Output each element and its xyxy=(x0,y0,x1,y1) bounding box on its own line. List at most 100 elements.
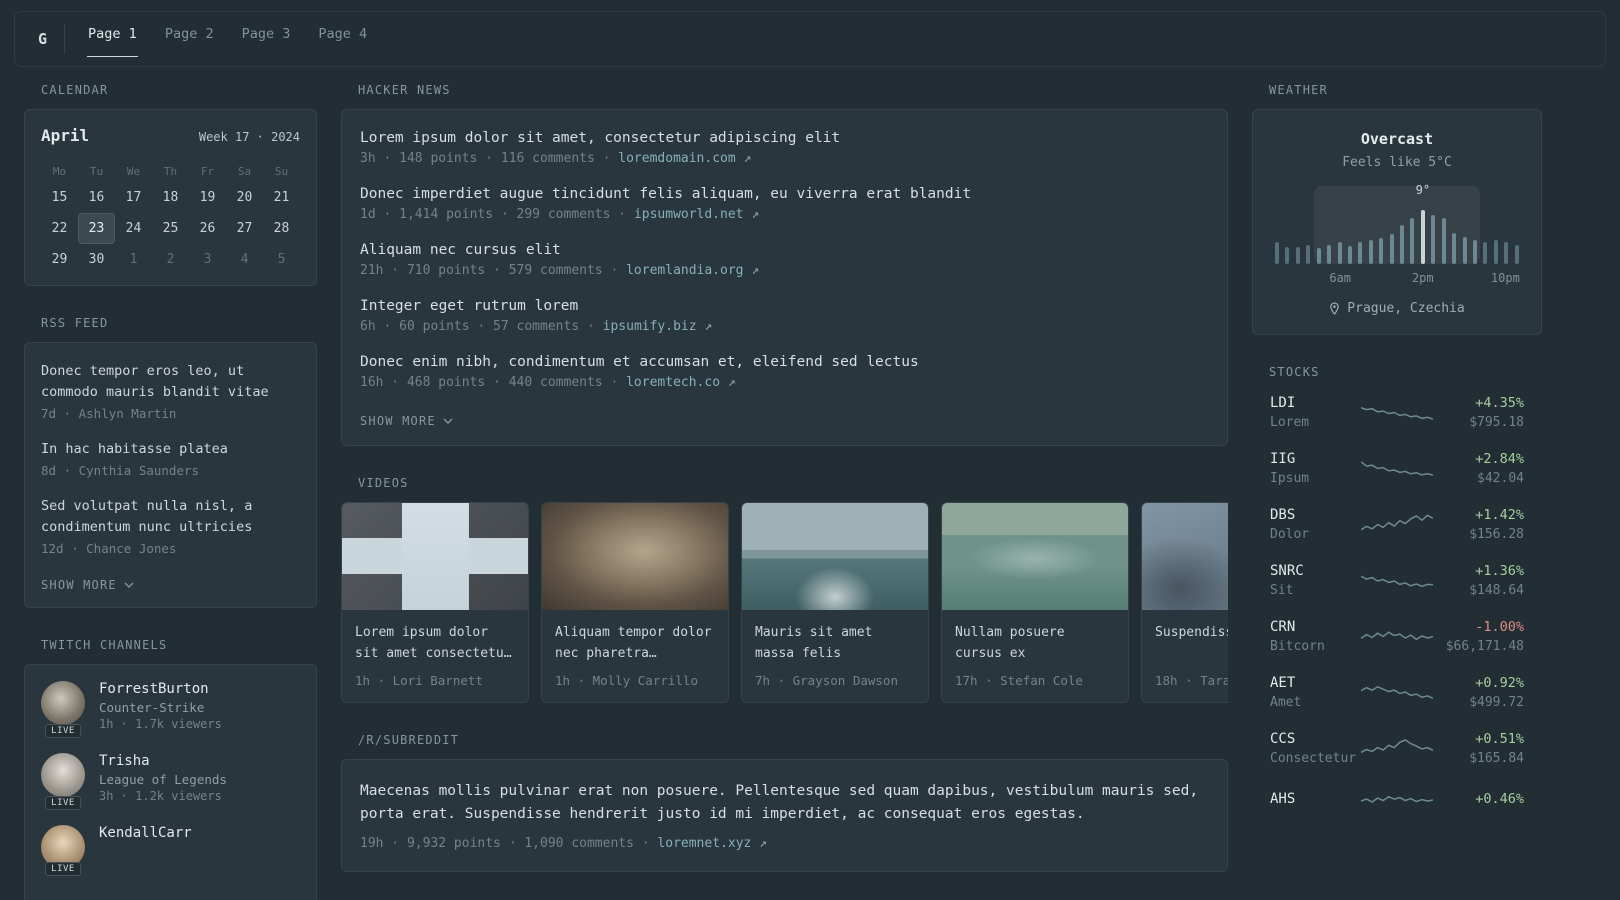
stock-symbol: LDI xyxy=(1270,395,1296,411)
rss-item: Sed volutpat nulla nisl, a condimentum n… xyxy=(41,496,300,556)
middle-column: HACKER NEWS Lorem ipsum dolor sit amet, … xyxy=(341,83,1228,900)
nav-divider xyxy=(64,24,66,54)
video-title[interactable]: Nullam posuere cursus ex xyxy=(955,622,1115,664)
calendar-day[interactable]: 28 xyxy=(263,213,300,244)
video-title[interactable]: Aliquam tempor dolor nec pharetra… xyxy=(555,622,715,664)
calendar-day[interactable]: 4 xyxy=(226,244,263,275)
post-meta: 19h · 9,932 points · 1,090 comments · lo… xyxy=(360,836,1209,851)
weather-bar xyxy=(1431,215,1436,264)
page-tab[interactable]: Page 1 xyxy=(87,12,138,57)
stock-change: +0.46% xyxy=(1475,791,1524,807)
hn-item-title[interactable]: Donec enim nibh, condimentum et accumsan… xyxy=(360,354,1209,370)
hn-item-title[interactable]: Integer eget rutrum lorem xyxy=(360,298,1209,314)
video-title[interactable]: Suspendisse diam xyxy=(1155,622,1228,664)
hn-item-domain-link[interactable]: loremlandia.org ↗ xyxy=(626,263,759,278)
calendar-day[interactable]: 21 xyxy=(263,182,300,213)
twitch-channel[interactable]: LIVE KendallCarr xyxy=(41,825,300,876)
hn-item-domain-link[interactable]: ipsumworld.net ↗ xyxy=(634,207,759,222)
video-title[interactable]: Mauris sit amet massa felis xyxy=(755,622,915,664)
hackernews-widget: HACKER NEWS Lorem ipsum dolor sit amet, … xyxy=(341,83,1228,446)
calendar-day[interactable]: 26 xyxy=(189,213,226,244)
hn-item-title[interactable]: Lorem ipsum dolor sit amet, consectetur … xyxy=(360,130,1209,146)
stock-sparkline xyxy=(1361,575,1433,587)
calendar-day[interactable]: 18 xyxy=(152,182,189,213)
rss-item-title[interactable]: In hac habitasse platea xyxy=(41,439,300,460)
video-body: Nullam posuere cursus ex 17h · Stefan Co… xyxy=(942,610,1128,702)
calendar-day[interactable]: 23 xyxy=(78,213,115,244)
channel-name[interactable]: KendallCarr xyxy=(99,825,192,841)
calendar-day[interactable]: 25 xyxy=(152,213,189,244)
calendar-day[interactable]: 22 xyxy=(41,213,78,244)
calendar-day[interactable]: 29 xyxy=(41,244,78,275)
twitch-channel[interactable]: LIVE Trisha League of Legends 3h · 1.2k … xyxy=(41,753,300,810)
external-link-icon: ↗ xyxy=(759,836,767,851)
calendar-day[interactable]: 16 xyxy=(78,182,115,213)
stock-symbol: DBS xyxy=(1270,507,1296,523)
app-logo[interactable]: G xyxy=(21,30,64,48)
chevron-down-icon xyxy=(443,418,453,424)
calendar-day[interactable]: 5 xyxy=(263,244,300,275)
calendar-day[interactable]: 15 xyxy=(41,182,78,213)
stock-change: +4.35% xyxy=(1475,395,1524,411)
stock-row[interactable]: AHS +0.46% xyxy=(1252,787,1542,815)
stock-sparkline xyxy=(1361,795,1433,803)
video-card[interactable]: Aliquam tempor dolor nec pharetra… 1h · … xyxy=(541,502,729,703)
stock-row[interactable]: AET Amet +0.92% $499.72 xyxy=(1252,675,1542,710)
hn-item-domain-link[interactable]: loremdomain.com ↗ xyxy=(618,151,751,166)
video-card[interactable]: Mauris sit amet massa felis 7h · Grayson… xyxy=(741,502,929,703)
stock-change: +1.36% xyxy=(1475,563,1524,579)
calendar-day[interactable]: 19 xyxy=(189,182,226,213)
hn-item-domain-link[interactable]: loremtech.co ↗ xyxy=(626,375,736,390)
calendar-day[interactable]: 3 xyxy=(189,244,226,275)
avatar-wrap: LIVE xyxy=(41,825,85,876)
left-column: CALENDAR April Week 17 · 2024 Mo Tu We Th Fr… xyxy=(24,83,317,900)
stock-change: +1.42% xyxy=(1475,507,1524,523)
hn-item-meta-text: 6h · 60 points · 57 comments · xyxy=(360,319,603,334)
channel-meta: 3h · 1.2k viewers xyxy=(99,789,222,803)
post-domain: loremnet.xyz xyxy=(657,836,752,851)
calendar-dow-row: Mo Tu We Th Fr Sa Su xyxy=(41,165,300,178)
calendar-day[interactable]: 20 xyxy=(226,182,263,213)
calendar-day[interactable]: 1 xyxy=(115,244,152,275)
live-badge: LIVE xyxy=(45,796,81,810)
rss-item-title[interactable]: Donec tempor eros leo, ut commodo mauris… xyxy=(41,361,300,403)
video-card[interactable]: Suspendisse diam 18h · Tara xyxy=(1141,502,1228,703)
post-domain-link[interactable]: loremnet.xyz ↗ xyxy=(657,836,767,851)
stock-row[interactable]: IIG Ipsum +2.84% $42.04 xyxy=(1252,451,1542,486)
twitch-channel[interactable]: LIVE ForrestBurton Counter-Strike 1h · 1… xyxy=(41,681,300,738)
hn-item-title[interactable]: Aliquam nec cursus elit xyxy=(360,242,1209,258)
channel-info: ForrestBurton Counter-Strike 1h · 1.7k v… xyxy=(99,681,222,731)
calendar-day[interactable]: 30 xyxy=(78,244,115,275)
stock-row[interactable]: LDI Lorem +4.35% $795.18 xyxy=(1252,395,1542,430)
video-title[interactable]: Lorem ipsum dolor sit amet consectetu… xyxy=(355,622,515,664)
page-tab[interactable]: Page 4 xyxy=(317,12,368,57)
page-tab[interactable]: Page 2 xyxy=(164,12,215,57)
calendar-day[interactable]: 2 xyxy=(152,244,189,275)
post-text[interactable]: Maecenas mollis pulvinar erat non posuer… xyxy=(360,780,1209,826)
stock-row[interactable]: CRN Bitcorn -1.00% $66,171.48 xyxy=(1252,619,1542,654)
rss-show-more-button[interactable]: SHOW MORE xyxy=(41,578,134,592)
video-card[interactable]: Nullam posuere cursus ex 17h · Stefan Co… xyxy=(941,502,1129,703)
stock-row[interactable]: SNRC Sit +1.36% $148.64 xyxy=(1252,563,1542,598)
calendar-day[interactable]: 17 xyxy=(115,182,152,213)
hn-show-more-button[interactable]: SHOW MORE xyxy=(360,414,453,428)
stock-values: +1.36% $148.64 xyxy=(1433,563,1524,598)
video-card[interactable]: Lorem ipsum dolor sit amet consectetu… 1… xyxy=(341,502,529,703)
weather-feels-like: Feels like 5°C xyxy=(1342,155,1452,170)
channel-name[interactable]: Trisha xyxy=(99,753,227,769)
weather-bar xyxy=(1379,238,1384,264)
hn-item-title[interactable]: Donec imperdiet augue tincidunt felis al… xyxy=(360,186,1209,202)
channel-name[interactable]: ForrestBurton xyxy=(99,681,222,697)
stock-symbol: AET xyxy=(1270,675,1296,691)
calendar-day[interactable]: 27 xyxy=(226,213,263,244)
hn-item-meta: 6h · 60 points · 57 comments · ipsumify.… xyxy=(360,319,1209,334)
stock-row[interactable]: DBS Dolor +1.42% $156.28 xyxy=(1252,507,1542,542)
stock-values: -1.00% $66,171.48 xyxy=(1433,619,1524,654)
time-label: 6am xyxy=(1329,271,1352,285)
hn-item-domain-link[interactable]: ipsumify.biz ↗ xyxy=(603,319,713,334)
calendar-day[interactable]: 24 xyxy=(115,213,152,244)
page-tab[interactable]: Page 3 xyxy=(241,12,292,57)
show-more-label: SHOW MORE xyxy=(41,578,117,592)
stock-row[interactable]: CCS Consectetur +0.51% $165.84 xyxy=(1252,731,1542,766)
rss-item-title[interactable]: Sed volutpat nulla nisl, a condimentum n… xyxy=(41,496,300,538)
